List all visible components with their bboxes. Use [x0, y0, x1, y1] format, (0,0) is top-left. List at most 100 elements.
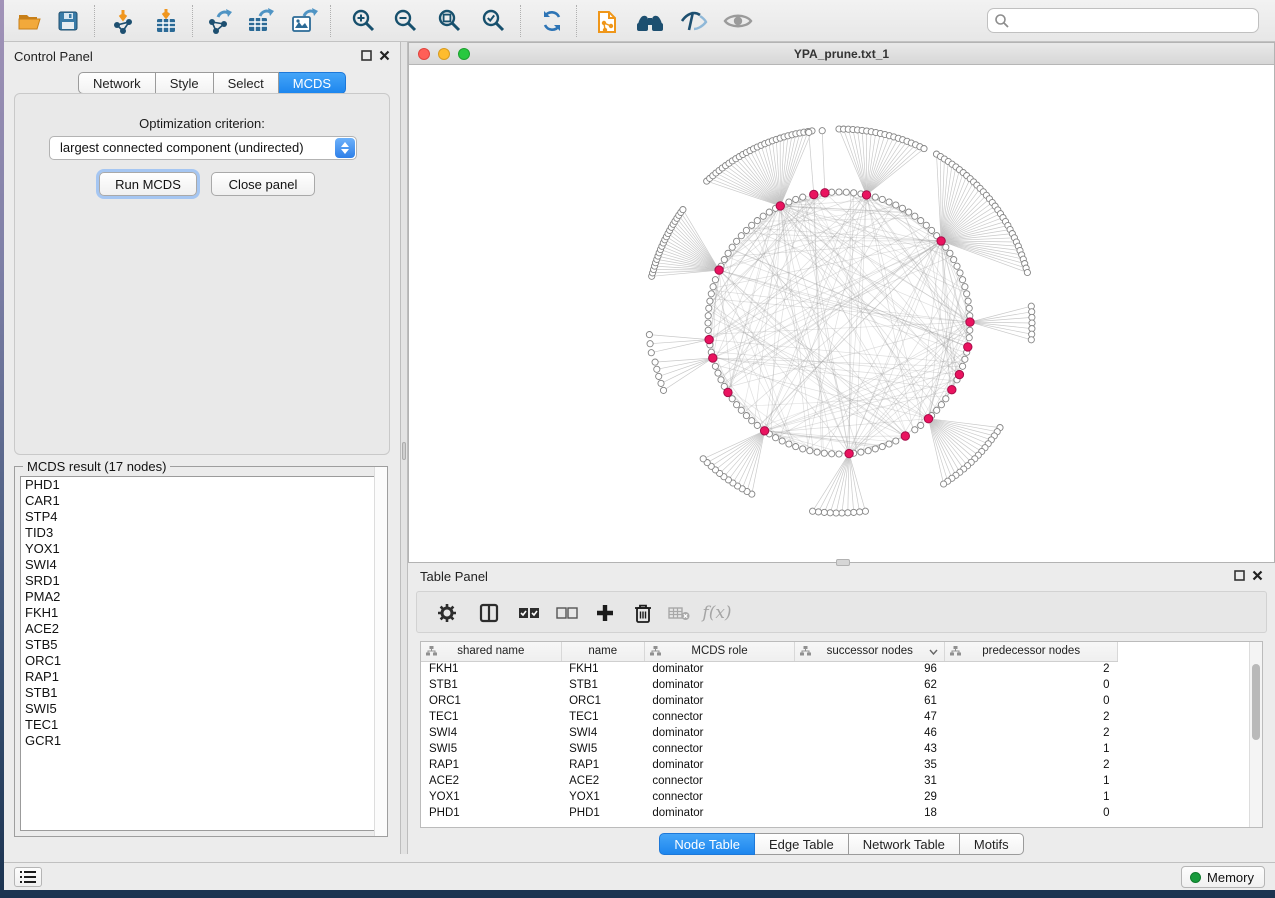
- table-cell[interactable]: STB1: [561, 677, 644, 693]
- vertical-splitter-handle[interactable]: [402, 442, 406, 460]
- table-cell[interactable]: 61: [795, 693, 945, 709]
- table-cell[interactable]: 2: [945, 709, 1118, 725]
- table-cell[interactable]: 43: [795, 741, 945, 757]
- table-cell[interactable]: 2: [945, 757, 1118, 773]
- table-cell[interactable]: 2: [945, 661, 1118, 677]
- deselect-all-icon[interactable]: [551, 597, 583, 629]
- table-cell[interactable]: dominator: [644, 677, 794, 693]
- close-panel-button[interactable]: Close panel: [211, 172, 315, 196]
- mcds-result-item[interactable]: PMA2: [21, 589, 381, 605]
- tab-mcds[interactable]: MCDS: [279, 72, 346, 94]
- table-row[interactable]: ACE2ACE2connector311: [421, 773, 1118, 789]
- memory-button[interactable]: Memory: [1181, 866, 1265, 888]
- close-panel-icon[interactable]: [379, 50, 390, 61]
- column-header-mcds-role[interactable]: MCDS role: [644, 642, 794, 661]
- mcds-result-item[interactable]: RAP1: [21, 669, 381, 685]
- table-row[interactable]: PHD1PHD1dominator180: [421, 805, 1118, 821]
- table-cell[interactable]: 2: [945, 725, 1118, 741]
- zoom-in-icon[interactable]: [346, 4, 382, 38]
- network-window-titlebar[interactable]: YPA_prune.txt_1: [409, 43, 1274, 65]
- table-cell[interactable]: 29: [795, 789, 945, 805]
- mcds-result-item[interactable]: FKH1: [21, 605, 381, 621]
- table-cell[interactable]: 96: [795, 661, 945, 677]
- table-cell[interactable]: dominator: [644, 725, 794, 741]
- table-cell[interactable]: 1: [945, 789, 1118, 805]
- mcds-result-item[interactable]: YOX1: [21, 541, 381, 557]
- table-row[interactable]: TEC1TEC1connector472: [421, 709, 1118, 725]
- delete-column-trash-icon[interactable]: [627, 597, 659, 629]
- table-cell[interactable]: FKH1: [561, 661, 644, 677]
- table-cell[interactable]: connector: [644, 709, 794, 725]
- mcds-result-item[interactable]: GCR1: [21, 733, 381, 749]
- network-graph[interactable]: [409, 65, 1275, 563]
- zoom-out-icon[interactable]: [388, 4, 424, 38]
- share-document-icon[interactable]: [590, 4, 626, 38]
- mcds-result-item[interactable]: ACE2: [21, 621, 381, 637]
- table-cell[interactable]: YOX1: [421, 789, 561, 805]
- export-network-icon[interactable]: [202, 4, 238, 38]
- table-cell[interactable]: YOX1: [561, 789, 644, 805]
- save-icon[interactable]: [50, 4, 86, 38]
- table-cell[interactable]: SWI4: [421, 725, 561, 741]
- table-cell[interactable]: SWI4: [561, 725, 644, 741]
- table-cell[interactable]: TEC1: [561, 709, 644, 725]
- column-header-predecessor-nodes[interactable]: predecessor nodes: [945, 642, 1118, 661]
- table-cell[interactable]: RAP1: [561, 757, 644, 773]
- table-cell[interactable]: ORC1: [561, 693, 644, 709]
- table-cell[interactable]: ORC1: [421, 693, 561, 709]
- table-cell[interactable]: 35: [795, 757, 945, 773]
- mcds-result-item[interactable]: ORC1: [21, 653, 381, 669]
- table-cell[interactable]: ACE2: [561, 773, 644, 789]
- tab-edge-table[interactable]: Edge Table: [755, 833, 849, 855]
- table-cell[interactable]: dominator: [644, 757, 794, 773]
- open-folder-icon[interactable]: [12, 4, 48, 38]
- import-network-icon[interactable]: [106, 4, 142, 38]
- mcds-result-item[interactable]: STP4: [21, 509, 381, 525]
- refresh-icon[interactable]: [534, 4, 570, 38]
- table-cell[interactable]: ACE2: [421, 773, 561, 789]
- table-row[interactable]: SWI4SWI4dominator462: [421, 725, 1118, 741]
- run-mcds-button[interactable]: Run MCDS: [99, 172, 197, 196]
- show-columns-icon[interactable]: [473, 597, 505, 629]
- table-row[interactable]: STB1STB1dominator620: [421, 677, 1118, 693]
- table-row[interactable]: FKH1FKH1dominator962: [421, 661, 1118, 677]
- table-cell[interactable]: PHD1: [421, 805, 561, 821]
- table-cell[interactable]: PHD1: [561, 805, 644, 821]
- table-cell[interactable]: 1: [945, 741, 1118, 757]
- table-cell[interactable]: dominator: [644, 805, 794, 821]
- float-panel-icon[interactable]: [361, 50, 372, 61]
- tab-network[interactable]: Network: [78, 72, 156, 94]
- zoom-selected-icon[interactable]: [476, 4, 512, 38]
- select-all-icon[interactable]: [513, 597, 545, 629]
- table-cell[interactable]: TEC1: [421, 709, 561, 725]
- table-cell[interactable]: SWI5: [561, 741, 644, 757]
- binoculars-icon[interactable]: [632, 4, 668, 38]
- column-header-shared-name[interactable]: shared name: [421, 642, 561, 661]
- table-row[interactable]: SWI5SWI5connector431: [421, 741, 1118, 757]
- table-cell[interactable]: dominator: [644, 661, 794, 677]
- show-all-icon[interactable]: [720, 4, 756, 38]
- tab-select[interactable]: Select: [214, 72, 279, 94]
- criterion-dropdown[interactable]: largest connected component (undirected): [49, 136, 357, 160]
- column-header-successor-nodes[interactable]: successor nodes: [795, 642, 945, 661]
- mcds-result-item[interactable]: STB1: [21, 685, 381, 701]
- mcds-result-list[interactable]: PHD1CAR1STP4TID3YOX1SWI4SRD1PMA2FKH1ACE2…: [20, 476, 382, 831]
- table-cell[interactable]: FKH1: [421, 661, 561, 677]
- table-settings-gear-icon[interactable]: [431, 597, 463, 629]
- tab-style[interactable]: Style: [156, 72, 214, 94]
- table-cell[interactable]: 46: [795, 725, 945, 741]
- mcds-result-item[interactable]: STB5: [21, 637, 381, 653]
- table-scrollbar[interactable]: [1249, 642, 1262, 827]
- import-table-icon[interactable]: [148, 4, 184, 38]
- table-row[interactable]: ORC1ORC1dominator610: [421, 693, 1118, 709]
- search-input[interactable]: [1014, 10, 1252, 31]
- table-cell[interactable]: 47: [795, 709, 945, 725]
- table-cell[interactable]: STB1: [421, 677, 561, 693]
- mcds-list-scrollbar[interactable]: [374, 467, 387, 836]
- mcds-result-item[interactable]: SWI4: [21, 557, 381, 573]
- vertical-splitter[interactable]: [400, 42, 408, 854]
- mcds-result-item[interactable]: PHD1: [21, 477, 381, 493]
- network-canvas[interactable]: [409, 65, 1274, 562]
- mcds-result-item[interactable]: SRD1: [21, 573, 381, 589]
- float-panel-icon[interactable]: [1234, 570, 1245, 581]
